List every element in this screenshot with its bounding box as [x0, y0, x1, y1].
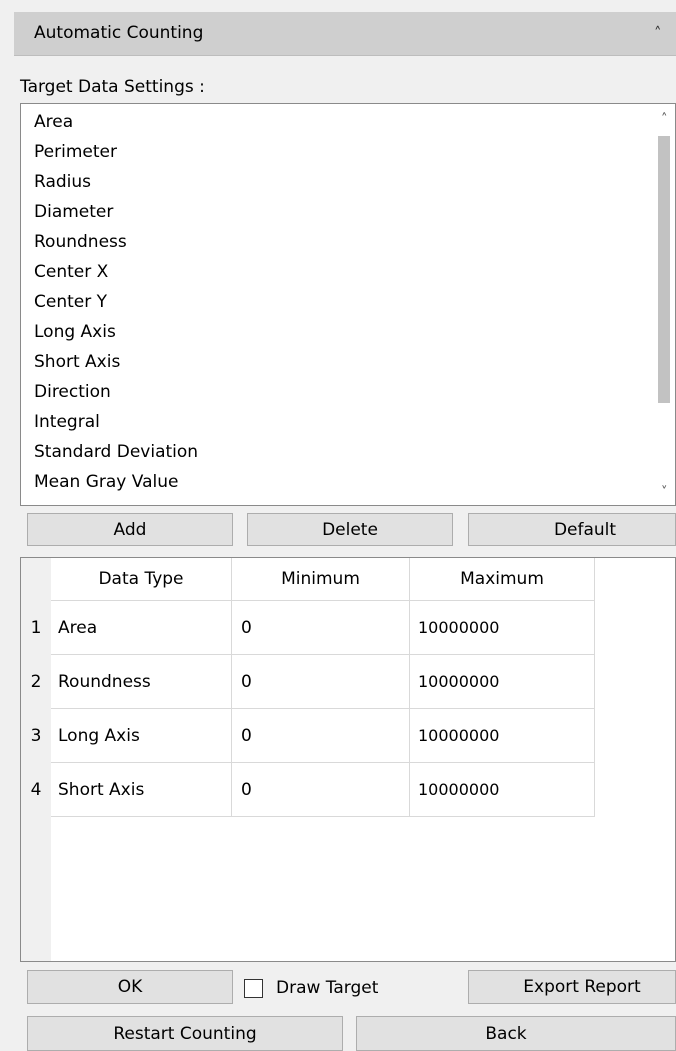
back-button[interactable]: Back — [356, 1016, 676, 1051]
column-header-minimum[interactable]: Minimum — [232, 558, 410, 601]
cell-minimum[interactable]: 0 — [232, 655, 410, 709]
list-item-standard-deviation[interactable]: Standard Deviation — [34, 441, 198, 463]
panel-title: Automatic Counting — [34, 23, 204, 43]
list-item-integral[interactable]: Integral — [34, 411, 100, 433]
cell-minimum[interactable]: 0 — [232, 709, 410, 763]
list-item-radius[interactable]: Radius — [34, 171, 91, 193]
list-item-long-axis[interactable]: Long Axis — [34, 321, 116, 343]
delete-button[interactable]: Delete — [247, 513, 453, 546]
row-number: 3 — [22, 709, 50, 763]
list-item-mean-gray-value[interactable]: Mean Gray Value — [34, 471, 178, 493]
target-data-listbox[interactable]: Area Perimeter Radius Diameter Roundness… — [20, 103, 676, 506]
list-item-area[interactable]: Area — [34, 111, 73, 133]
list-item-short-axis[interactable]: Short Axis — [34, 351, 120, 373]
draw-target-checkbox[interactable] — [244, 979, 263, 998]
list-item-direction[interactable]: Direction — [34, 381, 111, 403]
list-item-roundness[interactable]: Roundness — [34, 231, 127, 253]
scroll-down-arrow-icon[interactable]: ˅ — [661, 485, 668, 501]
row-number: 2 — [22, 655, 50, 709]
cell-maximum[interactable]: 10000000 — [410, 601, 595, 655]
listbox-scrollbar-thumb[interactable] — [658, 136, 670, 403]
cell-maximum[interactable]: 10000000 — [410, 655, 595, 709]
row-number: 4 — [22, 763, 50, 817]
column-header-maximum[interactable]: Maximum — [410, 558, 595, 601]
cell-data-type[interactable]: Long Axis — [51, 709, 232, 763]
cell-maximum[interactable]: 10000000 — [410, 763, 595, 817]
list-item-diameter[interactable]: Diameter — [34, 201, 113, 223]
restart-counting-button[interactable]: Restart Counting — [27, 1016, 343, 1051]
cell-data-type[interactable]: Area — [51, 601, 232, 655]
cell-minimum[interactable]: 0 — [232, 601, 410, 655]
list-item-center-x[interactable]: Center X — [34, 261, 108, 283]
list-item-center-y[interactable]: Center Y — [34, 291, 107, 313]
cell-data-type[interactable]: Roundness — [51, 655, 232, 709]
default-button[interactable]: Default — [468, 513, 676, 546]
ok-button[interactable]: OK — [27, 970, 233, 1004]
target-data-settings-label: Target Data Settings : — [20, 77, 205, 97]
column-header-data-type[interactable]: Data Type — [51, 558, 232, 601]
add-button[interactable]: Add — [27, 513, 233, 546]
draw-target-label[interactable]: Draw Target — [276, 977, 378, 999]
chevron-up-icon[interactable]: ˄ — [654, 22, 662, 44]
export-report-button[interactable]: Export Report — [468, 970, 676, 1004]
list-item-perimeter[interactable]: Perimeter — [34, 141, 117, 163]
row-number: 1 — [22, 601, 50, 655]
cell-minimum[interactable]: 0 — [232, 763, 410, 817]
cell-maximum[interactable]: 10000000 — [410, 709, 595, 763]
cell-data-type[interactable]: Short Axis — [51, 763, 232, 817]
scroll-up-arrow-icon[interactable]: ˄ — [661, 112, 668, 128]
